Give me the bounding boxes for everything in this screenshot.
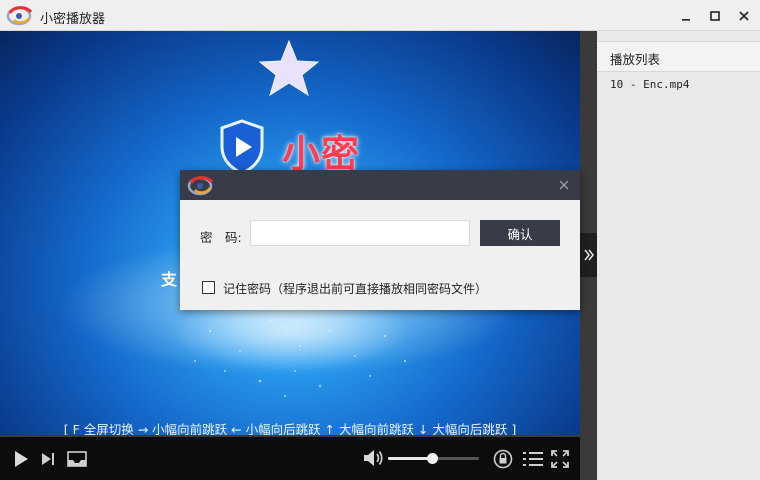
playlist-header: 播放列表 [597, 41, 760, 72]
title-bar: 小密播放器 [0, 0, 760, 31]
volume-slider[interactable] [388, 453, 479, 464]
fullscreen-button[interactable] [549, 448, 571, 470]
volume-slider-knob[interactable] [426, 453, 438, 464]
open-file-icon [67, 451, 87, 467]
playlist-icon [523, 452, 543, 466]
feature-text: 支 [161, 270, 178, 289]
next-button[interactable] [38, 449, 58, 469]
player-window: 小密播放器 小密 支 [F 全屏切换 → 小幅向前跳跃 ← 小幅向后跳跃 ↑ … [0, 0, 760, 480]
open-file-button[interactable] [65, 448, 89, 470]
dialog-close-button[interactable] [554, 176, 574, 194]
remember-password-label[interactable]: 记住密码（程序退出前可直接播放相同密码文件） [223, 280, 487, 297]
close-icon [739, 10, 749, 21]
volume-slider-fill [388, 457, 432, 460]
app-logo-icon [6, 6, 33, 26]
lock-button[interactable] [492, 448, 514, 470]
star-decoration [258, 39, 320, 97]
app-logo-icon [187, 176, 214, 196]
expand-playlist-button[interactable] [580, 233, 597, 277]
maximize-button[interactable] [701, 0, 729, 31]
close-button[interactable] [730, 0, 758, 31]
playlist-item[interactable]: 10 - Enc.mp4 [610, 78, 689, 91]
playlist-panel: 播放列表 10 - Enc.mp4 [597, 31, 760, 480]
volume-icon [364, 450, 383, 466]
confirm-button[interactable]: 确认 [480, 220, 560, 246]
play-button[interactable] [10, 448, 32, 470]
double-chevron-right-icon [583, 249, 594, 261]
shortcut-hint: [ F 全屏切换 → 小幅向前跳跃 ← 小幅向后跳跃 ↑ 大幅向前跳跃 ↓ 大幅… [63, 422, 517, 435]
lock-icon [493, 449, 513, 469]
close-icon [559, 180, 569, 190]
password-label: 密 码: [200, 230, 242, 245]
maximize-icon [710, 10, 720, 21]
window-title: 小密播放器 [40, 12, 106, 27]
next-icon [42, 453, 54, 465]
volume-button[interactable] [362, 447, 386, 469]
playlist-title: 播放列表 [610, 52, 661, 67]
dialog-title-bar [180, 170, 580, 200]
play-icon [15, 451, 28, 467]
progress-bar[interactable] [0, 435, 580, 437]
playlist-toggle-button[interactable] [521, 448, 545, 470]
password-dialog: 密 码: 确认 记住密码（程序退出前可直接播放相同密码文件） [180, 170, 580, 310]
fullscreen-icon [551, 450, 569, 468]
control-bar [0, 435, 580, 480]
remember-password-checkbox[interactable] [202, 281, 215, 294]
minimize-icon [682, 18, 690, 21]
minimize-button[interactable] [672, 0, 700, 31]
password-input[interactable] [250, 220, 470, 246]
